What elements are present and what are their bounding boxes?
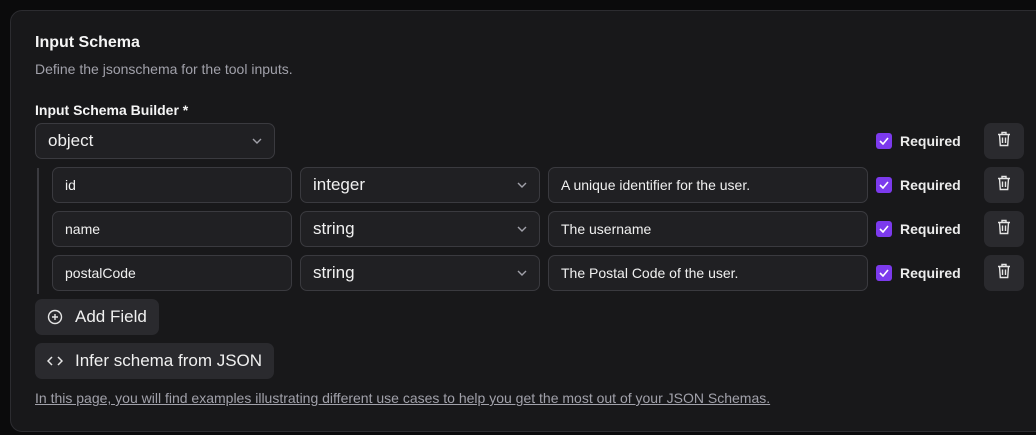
field-type-select[interactable]: string <box>300 255 540 291</box>
delete-field-button[interactable] <box>984 255 1024 291</box>
delete-field-button[interactable] <box>984 167 1024 203</box>
delete-field-button[interactable] <box>984 211 1024 247</box>
root-type-select[interactable]: object <box>35 123 275 159</box>
checkbox-checked-icon[interactable] <box>876 177 892 193</box>
trash-icon <box>997 219 1011 240</box>
json-schema-examples-link[interactable]: In this page, you will find examples ill… <box>35 390 770 406</box>
checkbox-checked-icon[interactable] <box>876 133 892 149</box>
field-description-input[interactable]: A unique identifier for the user. <box>548 167 868 203</box>
add-field-button[interactable]: Add Field <box>35 299 159 335</box>
root-type-value: object <box>48 131 94 150</box>
section-subtitle: Define the jsonschema for the tool input… <box>35 61 293 77</box>
delete-root-button[interactable] <box>984 123 1024 159</box>
checkbox-checked-icon[interactable] <box>876 265 892 281</box>
field-type-select[interactable]: string <box>300 211 540 247</box>
infer-schema-label: Infer schema from JSON <box>75 351 263 370</box>
field-required-toggle[interactable]: Required <box>876 177 961 193</box>
nested-fields-indent-line <box>37 168 39 294</box>
input-schema-card: Input Schema Define the jsonschema for t… <box>10 10 1036 432</box>
trash-icon <box>997 175 1011 196</box>
section-title: Input Schema <box>35 34 140 51</box>
field-description-input[interactable]: The username <box>548 211 868 247</box>
field-type-value: string <box>313 263 355 282</box>
field-name-input[interactable]: name <box>52 211 292 247</box>
chevron-down-icon <box>517 224 527 234</box>
field-required-toggle[interactable]: Required <box>876 221 961 237</box>
field-name-input[interactable]: id <box>52 167 292 203</box>
chevron-down-icon <box>517 180 527 190</box>
required-label: Required <box>900 221 961 237</box>
field-required-toggle[interactable]: Required <box>876 265 961 281</box>
trash-icon <box>997 263 1011 284</box>
chevron-down-icon <box>517 268 527 278</box>
trash-icon <box>997 131 1011 152</box>
root-required-toggle[interactable]: Required <box>876 133 961 149</box>
field-type-select[interactable]: integer <box>300 167 540 203</box>
infer-schema-button[interactable]: Infer schema from JSON <box>35 343 275 379</box>
required-label: Required <box>900 265 961 281</box>
add-field-label: Add Field <box>75 307 147 326</box>
plus-circle-icon <box>47 309 63 325</box>
field-type-value: integer <box>313 175 365 194</box>
checkbox-checked-icon[interactable] <box>876 221 892 237</box>
required-label: Required <box>900 133 961 149</box>
field-type-value: string <box>313 219 355 238</box>
chevron-down-icon <box>252 136 262 146</box>
field-name-input[interactable]: postalCode <box>52 255 292 291</box>
field-description-input[interactable]: The Postal Code of the user. <box>548 255 868 291</box>
schema-builder-label: Input Schema Builder * <box>35 102 189 118</box>
required-label: Required <box>900 177 961 193</box>
code-icon <box>47 353 63 369</box>
